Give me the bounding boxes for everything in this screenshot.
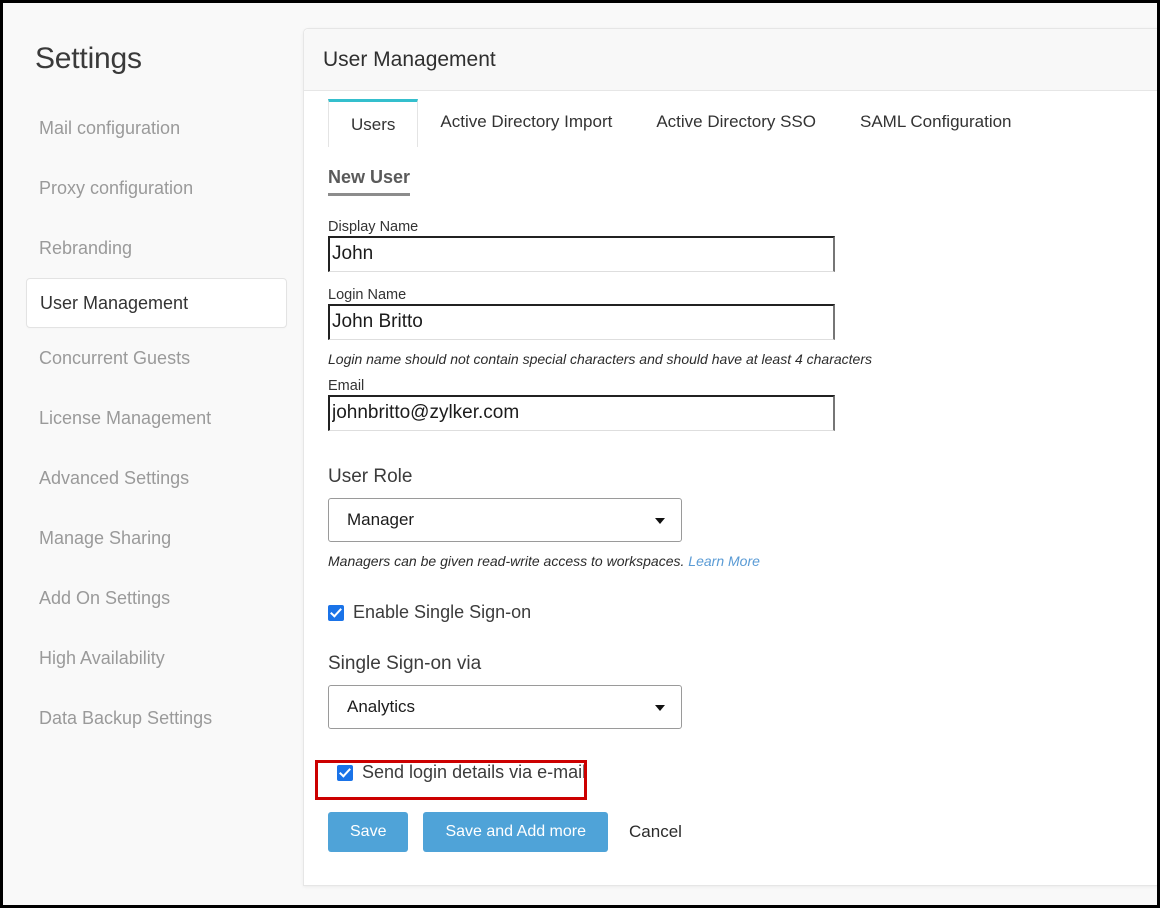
- sidebar-title: Settings: [35, 42, 142, 76]
- tab-users[interactable]: Users: [328, 99, 418, 147]
- sidebar-item-user-management[interactable]: User Management: [26, 278, 287, 328]
- tab-active-directory-import[interactable]: Active Directory Import: [418, 97, 634, 147]
- user-role-select[interactable]: Manager: [328, 498, 682, 542]
- user-role-section: User Role Manager Managers can be given …: [328, 466, 1160, 569]
- sso-via-value: Analytics: [347, 697, 415, 717]
- save-and-add-more-button[interactable]: Save and Add more: [423, 812, 608, 852]
- chevron-down-icon: [655, 705, 665, 711]
- sso-via-section: Single Sign-on via Analytics: [328, 653, 1160, 729]
- display-name-label: Display Name: [328, 218, 1160, 236]
- sso-via-select[interactable]: Analytics: [328, 685, 682, 729]
- display-name-field: Display Name: [328, 218, 1160, 272]
- tab-bar: Users Active Directory Import Active Direc…: [304, 91, 1160, 147]
- sidebar-item-manage-sharing[interactable]: Manage Sharing: [6, 508, 303, 568]
- sidebar-item-add-on-settings[interactable]: Add On Settings: [6, 568, 303, 628]
- panel-header: User Management: [304, 29, 1160, 91]
- form-heading: New User: [328, 167, 410, 196]
- sidebar-item-data-backup-settings[interactable]: Data Backup Settings: [6, 688, 303, 748]
- new-user-form: New User Display Name Login Name Login n…: [304, 147, 1160, 852]
- sidebar-item-label: High Availability: [39, 648, 165, 669]
- sidebar-nav-list: Mail configuration Proxy configuration Reb…: [6, 98, 303, 748]
- cancel-button[interactable]: Cancel: [623, 822, 688, 842]
- sidebar-item-rebranding[interactable]: Rebranding: [6, 218, 303, 278]
- email-label: Email: [328, 377, 1160, 395]
- user-role-hint-text: Managers can be given read-write access …: [328, 553, 684, 569]
- sidebar-item-advanced-settings[interactable]: Advanced Settings: [6, 448, 303, 508]
- sidebar-item-label: Manage Sharing: [39, 528, 171, 549]
- chevron-down-icon: [655, 518, 665, 524]
- sidebar-item-label: Rebranding: [39, 238, 132, 259]
- save-button[interactable]: Save: [328, 812, 408, 852]
- sidebar-item-label: Mail configuration: [39, 118, 180, 139]
- page-title: User Management: [323, 48, 496, 72]
- form-actions: Save Save and Add more Cancel: [328, 812, 1160, 852]
- sidebar-item-label: Concurrent Guests: [39, 348, 190, 369]
- sidebar-item-label: Advanced Settings: [39, 468, 189, 489]
- sidebar-item-label: User Management: [40, 293, 188, 314]
- sidebar-item-concurrent-guests[interactable]: Concurrent Guests: [6, 328, 303, 388]
- tab-label: Active Directory SSO: [656, 112, 816, 131]
- tab-label: SAML Configuration: [860, 112, 1012, 131]
- send-login-details-row[interactable]: Send login details via e-mail: [328, 762, 1160, 783]
- settings-sidebar: Settings Mail configuration Proxy configu…: [6, 6, 303, 908]
- tab-label: Users: [351, 115, 395, 134]
- enable-sso-checkbox[interactable]: [328, 605, 344, 621]
- user-role-value: Manager: [347, 510, 414, 530]
- login-name-label: Login Name: [328, 286, 1160, 304]
- user-role-hint: Managers can be given read-write access …: [328, 553, 1160, 569]
- user-role-label: User Role: [328, 466, 1160, 488]
- sidebar-item-high-availability[interactable]: High Availability: [6, 628, 303, 688]
- tab-saml-configuration[interactable]: SAML Configuration: [838, 97, 1034, 147]
- email-input[interactable]: [328, 395, 835, 431]
- sidebar-item-license-management[interactable]: License Management: [6, 388, 303, 448]
- login-name-hint: Login name should not contain special ch…: [328, 351, 1160, 367]
- login-name-field: Login Name Login name should not contain…: [328, 286, 1160, 367]
- send-login-details-label[interactable]: Send login details via e-mail: [362, 762, 586, 783]
- app-window: Settings Mail configuration Proxy configu…: [0, 0, 1160, 908]
- tab-label: Active Directory Import: [440, 112, 612, 131]
- login-name-input[interactable]: [328, 304, 835, 340]
- learn-more-link[interactable]: Learn More: [688, 553, 760, 569]
- sidebar-item-label: Data Backup Settings: [39, 708, 212, 729]
- sidebar-item-label: Proxy configuration: [39, 178, 193, 199]
- sidebar-item-label: License Management: [39, 408, 211, 429]
- display-name-input[interactable]: [328, 236, 835, 272]
- sso-via-label: Single Sign-on via: [328, 653, 1160, 675]
- user-management-panel: User Management Users Active Directory Im…: [303, 28, 1160, 886]
- sidebar-item-label: Add On Settings: [39, 588, 170, 609]
- tab-active-directory-sso[interactable]: Active Directory SSO: [634, 97, 838, 147]
- send-login-details-checkbox[interactable]: [337, 765, 353, 781]
- email-field: Email: [328, 377, 1160, 431]
- enable-sso-label[interactable]: Enable Single Sign-on: [353, 602, 531, 623]
- enable-sso-row[interactable]: Enable Single Sign-on: [328, 602, 1160, 623]
- sidebar-item-mail-configuration[interactable]: Mail configuration: [6, 98, 303, 158]
- sidebar-item-proxy-configuration[interactable]: Proxy configuration: [6, 158, 303, 218]
